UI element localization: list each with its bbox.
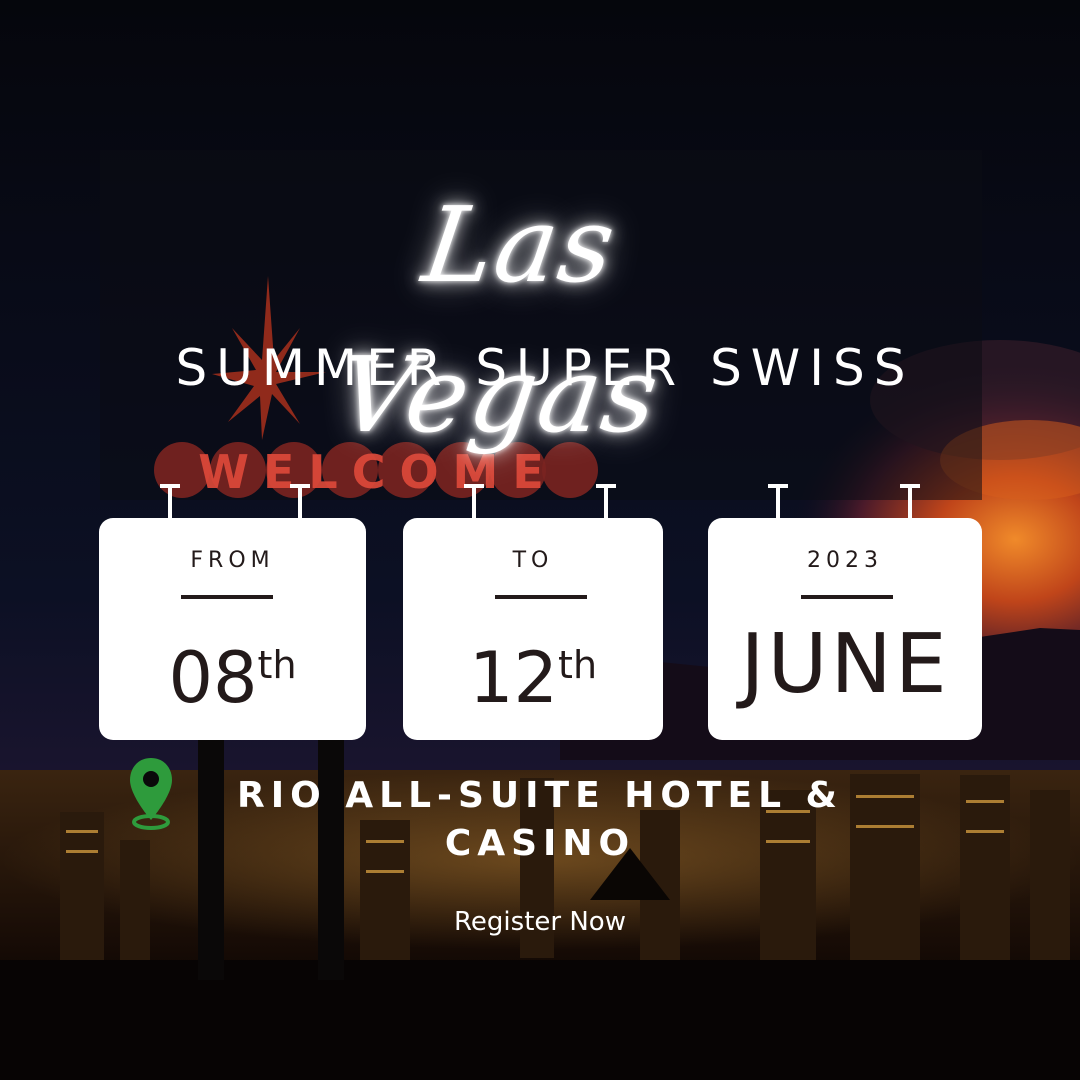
date-card-to: TO 12th [403,518,663,740]
map-pin-icon [130,758,172,830]
card-value: 12th [468,637,598,719]
card-value: JUNE [740,617,950,712]
card-label: FROM [190,548,275,573]
card-divider [495,595,587,599]
card-divider [181,595,273,599]
date-card-from: FROM 08th [99,518,366,740]
card-label: TO [512,548,554,573]
venue-name: RIO ALL-SUITE HOTEL & CASINO [237,775,843,864]
card-label: 2023 [807,548,883,573]
script-title-las-vegas: Las Vegas [330,184,668,456]
date-card-month: 2023 JUNE [708,518,982,740]
event-name: SUMMER SUPER SWISS [175,339,915,397]
card-divider [801,595,893,599]
register-now-link[interactable]: Register Now [400,900,680,944]
card-value: 08th [168,637,297,719]
